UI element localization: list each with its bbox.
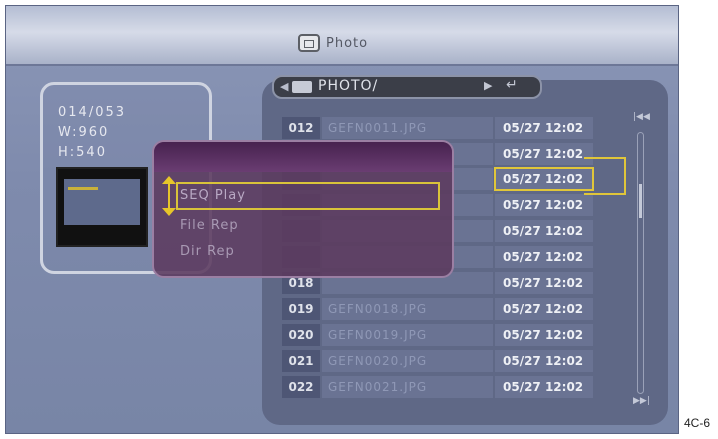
file-name: GEFN0018.JPG <box>322 298 493 320</box>
play-mode-popup: SEQ Play File Rep Dir Rep <box>152 140 454 278</box>
title-wrap: Photo <box>298 33 368 53</box>
file-date: 05/27 12:02 <box>495 143 593 165</box>
file-row[interactable]: 019 GEFN0018.JPG 05/27 12:02 <box>282 298 627 320</box>
return-icon[interactable]: ↵ <box>506 77 518 93</box>
photo-icon <box>298 34 320 52</box>
scroll-thumb[interactable] <box>639 184 642 218</box>
file-number: 020 <box>282 324 320 346</box>
right-arrow-icon[interactable]: ▶ <box>484 79 492 92</box>
file-name: GEFN0019.JPG <box>322 324 493 346</box>
row-highlight-extension <box>584 157 626 195</box>
left-arrow-icon[interactable]: ◀ <box>280 80 288 93</box>
file-date: 05/27 12:02 <box>495 117 593 139</box>
scrollbar[interactable]: |◀◀ ▶▶| <box>630 112 650 412</box>
file-date: 05/27 12:02 <box>495 272 593 294</box>
down-arrow-icon <box>162 208 176 216</box>
page-title: Photo <box>326 35 369 51</box>
menu-item-file-rep[interactable]: File Rep <box>180 218 239 233</box>
thumbnail-content <box>64 179 140 225</box>
popup-header <box>154 142 452 172</box>
file-row[interactable]: 020 GEFN0019.JPG 05/27 12:02 <box>282 324 627 346</box>
file-row[interactable]: 021 GEFN0020.JPG 05/27 12:02 <box>282 350 627 372</box>
file-name: GEFN0011.JPG <box>322 117 493 139</box>
file-date: 05/27 12:02 <box>495 324 593 346</box>
file-date: 05/27 12:02 <box>495 350 593 372</box>
file-date: 05/27 12:02 <box>495 194 593 216</box>
figure-label: 4C-6 <box>684 416 711 430</box>
selector-line <box>168 184 170 208</box>
menu-item-seq-play[interactable]: SEQ Play <box>180 188 246 203</box>
scroll-track[interactable] <box>637 132 644 394</box>
folder-icon <box>292 81 312 93</box>
preview-thumbnail <box>56 167 148 247</box>
file-row[interactable]: 022 GEFN0021.JPG 05/27 12:02 <box>282 376 627 398</box>
file-name: GEFN0021.JPG <box>322 376 493 398</box>
image-width: W:960 <box>58 125 110 140</box>
file-number: 022 <box>282 376 320 398</box>
file-number: 019 <box>282 298 320 320</box>
file-date: 05/27 12:02 <box>495 220 593 242</box>
thumbnail-highlight <box>68 187 98 190</box>
path-bar: ◀ PHOTO/ ▶ ↵ <box>272 75 542 99</box>
file-date: 05/27 12:02 <box>495 246 593 268</box>
file-date: 05/27 12:02 <box>494 167 594 191</box>
file-number: 012 <box>282 117 320 139</box>
image-height: H:540 <box>58 145 107 160</box>
up-arrow-icon <box>162 176 176 184</box>
title-bar: Photo <box>6 6 678 66</box>
skip-previous-icon[interactable]: |◀◀ <box>633 112 650 122</box>
file-row[interactable]: 012 GEFN0011.JPG 05/27 12:02 <box>282 117 627 139</box>
file-date: 05/27 12:02 <box>495 376 593 398</box>
menu-item-dir-rep[interactable]: Dir Rep <box>180 244 235 259</box>
file-name: GEFN0020.JPG <box>322 350 493 372</box>
image-index: 014/053 <box>58 105 127 120</box>
current-path: PHOTO/ <box>318 78 379 94</box>
skip-next-icon[interactable]: ▶▶| <box>633 396 650 406</box>
file-date: 05/27 12:02 <box>495 298 593 320</box>
file-number: 021 <box>282 350 320 372</box>
